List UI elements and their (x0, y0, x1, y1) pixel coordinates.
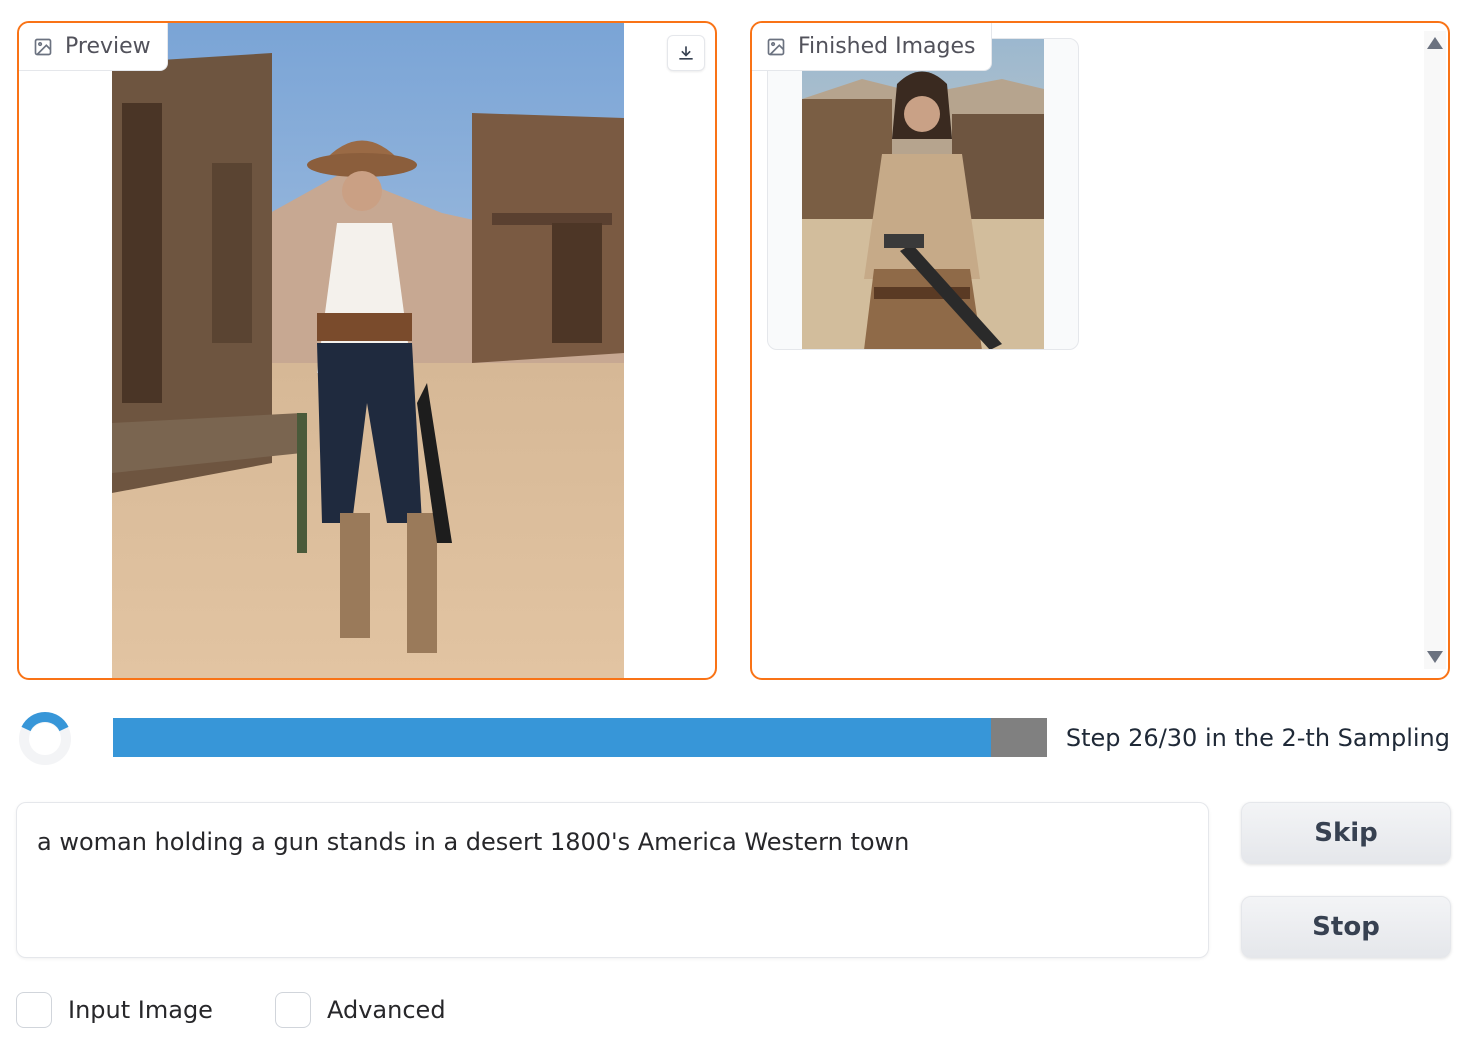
gallery-scrollbar[interactable] (1424, 31, 1446, 669)
preview-image (112, 23, 624, 678)
loading-spinner-icon (19, 712, 71, 765)
stop-button[interactable]: Stop (1241, 896, 1451, 958)
scroll-up-icon[interactable] (1427, 37, 1443, 49)
preview-label-text: Preview (65, 34, 151, 59)
download-icon (679, 46, 693, 60)
finished-label: Finished Images (752, 23, 993, 71)
finished-images-panel: Finished Images (750, 21, 1450, 680)
preview-panel: Preview (17, 21, 717, 680)
input-image-label: Input Image (68, 996, 213, 1024)
advanced-label: Advanced (327, 996, 446, 1024)
input-image-option[interactable]: Input Image (16, 992, 213, 1028)
skip-button[interactable]: Skip (1241, 802, 1451, 864)
finished-label-text: Finished Images (798, 34, 976, 59)
finished-image (802, 39, 1044, 349)
gallery-thumbnail[interactable] (767, 38, 1079, 350)
progress-bar-fill (113, 718, 991, 757)
input-image-checkbox[interactable] (16, 992, 52, 1028)
image-icon (34, 38, 52, 55)
preview-label: Preview (19, 23, 168, 71)
image-icon (767, 38, 785, 55)
progress-bar (113, 718, 1047, 757)
scroll-down-icon[interactable] (1427, 651, 1443, 663)
progress-status-text: Step 26/30 in the 2-th Sampling (1065, 724, 1450, 752)
advanced-checkbox[interactable] (275, 992, 311, 1028)
prompt-input[interactable]: a woman holding a gun stands in a desert… (16, 802, 1209, 958)
advanced-option[interactable]: Advanced (275, 992, 446, 1028)
download-button[interactable] (667, 35, 705, 71)
